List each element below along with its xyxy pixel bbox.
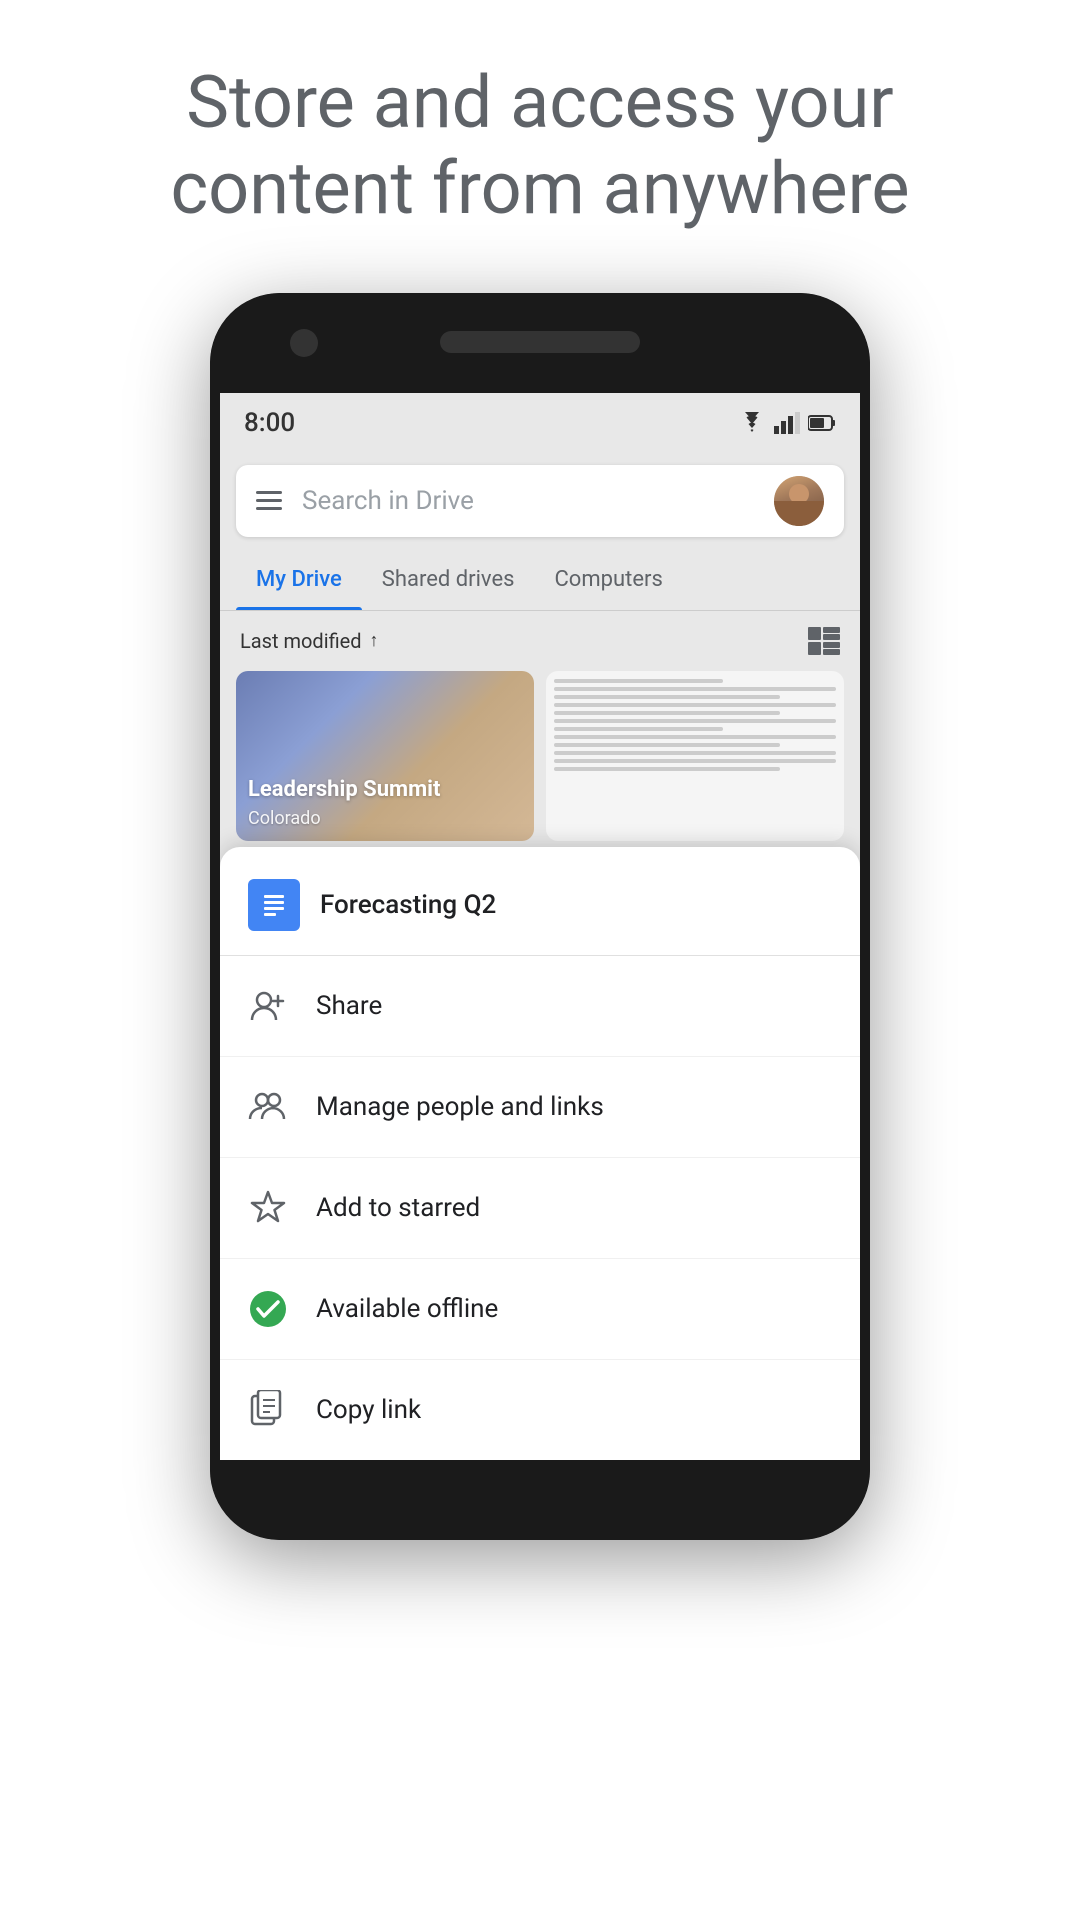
doc-line <box>554 719 836 723</box>
copy-link-icon <box>248 1390 288 1430</box>
copy-link-label: Copy link <box>316 1395 421 1425</box>
sort-label-text: Last modified <box>240 629 362 653</box>
status-time: 8:00 <box>244 408 295 438</box>
sort-bar: Last modified ↑ <box>220 611 860 671</box>
avatar[interactable] <box>774 476 824 526</box>
phone-wrapper: 8:00 <box>0 273 1080 1540</box>
hero-text: Store and access your content from anywh… <box>0 0 1080 273</box>
sheet-header: Forecasting Q2 <box>220 847 860 956</box>
available-offline-label: Available offline <box>316 1294 498 1324</box>
check-circle-icon <box>248 1289 288 1329</box>
doc-line <box>554 751 836 755</box>
doc-preview <box>546 671 844 783</box>
phone-speaker <box>440 331 640 353</box>
star-icon <box>248 1188 288 1228</box>
wifi-icon <box>738 412 766 434</box>
tab-shared-drives[interactable]: Shared drives <box>362 549 535 610</box>
search-bar[interactable]: Search in Drive <box>236 465 844 537</box>
sheet-item-copy-link[interactable]: Copy link <box>220 1360 860 1460</box>
battery-icon <box>808 414 836 432</box>
phone-top-bar <box>210 293 870 393</box>
file-grid: Leadership Summit Colorado <box>220 671 860 857</box>
phone-screen: 8:00 <box>220 393 860 1460</box>
phone-camera <box>290 329 318 357</box>
file-card-title: Leadership Summit <box>248 777 440 803</box>
file-card-presentation[interactable]: Leadership Summit Colorado <box>236 671 534 841</box>
search-input-placeholder: Search in Drive <box>302 486 754 516</box>
sheet-item-share[interactable]: Share <box>220 956 860 1057</box>
view-toggle-icon[interactable] <box>808 627 840 655</box>
sheet-file-name: Forecasting Q2 <box>320 890 496 920</box>
doc-line <box>554 767 780 771</box>
google-docs-icon <box>260 887 288 923</box>
file-card-subtitle: Colorado <box>248 808 440 829</box>
hamburger-icon[interactable] <box>256 491 282 510</box>
status-icons <box>738 412 836 434</box>
file-card-document[interactable] <box>546 671 844 841</box>
person-add-icon <box>248 986 288 1026</box>
sheet-item-add-starred[interactable]: Add to starred <box>220 1158 860 1259</box>
tab-my-drive[interactable]: My Drive <box>236 549 362 610</box>
add-starred-label: Add to starred <box>316 1193 480 1223</box>
share-label: Share <box>316 991 382 1021</box>
bottom-sheet: Forecasting Q2 Share <box>220 847 860 1460</box>
doc-icon <box>248 879 300 931</box>
doc-line <box>554 711 780 715</box>
status-bar: 8:00 <box>220 393 860 453</box>
doc-line <box>554 679 723 683</box>
sort-label[interactable]: Last modified ↑ <box>240 629 379 653</box>
signal-icon <box>774 412 800 434</box>
sort-arrow-icon: ↑ <box>370 630 379 651</box>
people-icon <box>248 1087 288 1127</box>
doc-line <box>554 695 780 699</box>
doc-line <box>554 743 780 747</box>
file-card-text: Leadership Summit Colorado <box>248 777 440 828</box>
sheet-item-manage-people[interactable]: Manage people and links <box>220 1057 860 1158</box>
doc-line <box>554 703 836 707</box>
phone-frame: 8:00 <box>210 293 870 1540</box>
doc-line <box>554 735 836 739</box>
doc-line <box>554 759 836 763</box>
tabs-container: My Drive Shared drives Computers <box>220 549 860 611</box>
doc-line <box>554 727 723 731</box>
doc-line <box>554 687 836 691</box>
phone-bottom-bar <box>210 1460 870 1540</box>
tab-computers[interactable]: Computers <box>534 549 682 610</box>
avatar-image <box>774 476 824 526</box>
sheet-item-available-offline[interactable]: Available offline <box>220 1259 860 1360</box>
manage-people-label: Manage people and links <box>316 1092 604 1122</box>
